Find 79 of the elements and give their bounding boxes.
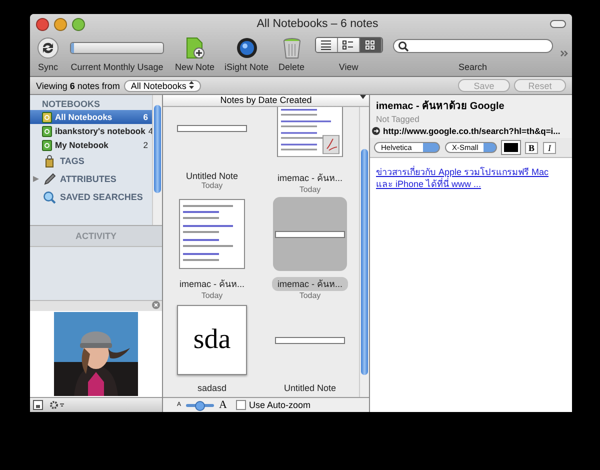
sidebar-section[interactable]: ATTRIBUTES [30,170,152,188]
scroll-bar[interactable] [152,95,162,225]
sidebar-section[interactable]: TAGS [30,152,152,170]
note-date: Today [201,181,223,190]
note-card[interactable]: sda sadasd [163,303,261,397]
auto-zoom-checkbox[interactable]: Use Auto-zoom [236,400,310,410]
note-title: sadasd [196,383,228,393]
panel-icon[interactable] [33,400,43,410]
detail-list-icon [342,40,354,50]
note-title: Untitled Note [184,171,240,181]
search-icon [398,40,409,52]
search-field[interactable] [392,39,553,53]
webpage-thumbnail [277,107,343,157]
sync-button[interactable]: Sync [34,37,62,72]
new-note-button[interactable]: New Note [172,37,218,72]
updown-arrows-icon [188,80,194,88]
note-title: Untitled Note [282,383,338,393]
sync-icon [37,37,59,59]
notebook-icon [42,126,52,136]
section-header: NOTEBOOKS [41,99,102,110]
search-label: Search [458,62,488,72]
notebook-dropdown[interactable]: All Notebooks [124,80,201,92]
note-title: imemac - ค้นห... [276,172,344,185]
note-date: Today [299,185,321,194]
window-title: All Notebooks – 6 notes [256,18,380,30]
notebook-item[interactable]: My Notebook 2 [30,138,152,152]
note-title-field[interactable]: imemac - ค้นหาด้วย Google [370,95,572,113]
dropdown-arrow-icon [360,95,366,99]
sort-dropdown[interactable]: Notes by Date Created [163,95,369,107]
grid-icon [364,40,376,50]
bold-button[interactable]: B [525,142,538,154]
tag-icon [43,154,56,168]
arrow-icon[interactable] [372,127,380,135]
overflow-chevron-icon[interactable] [560,50,568,56]
note-title: imemac - ค้นห... [272,277,348,291]
isight-note-button[interactable]: iSight Note [222,37,272,72]
scroll-bar[interactable] [359,107,369,397]
search-icon [43,190,56,204]
note-thumbnail [275,230,345,238]
delete-button[interactable]: Delete [276,37,308,72]
view-mode-button[interactable] [338,38,360,52]
note-link[interactable]: ข่าวสารเกี่ยวกับ Apple รวมโปรแกรมฟรี Mac และ iPhone ได้ที่นี่ www ... [376,166,566,190]
note-thumbnail [275,336,345,344]
view-segmented-control[interactable] [314,37,383,53]
sidebar-section[interactable]: SAVED SEARCHES [30,188,152,206]
note-thumbnail: sda [177,305,247,375]
note-card[interactable]: imemac - ค้นห... Today [261,107,359,197]
zoom-button[interactable] [72,18,85,30]
activity-header: ACTIVITY [75,231,116,241]
note-card[interactable]: Untitled Note Today [163,107,261,197]
notebook-icon [42,140,52,150]
note-card[interactable]: imemac - ค้นห... Today [163,197,261,303]
webpage-thumbnail [179,199,245,269]
note-thumbnail [177,124,247,132]
note-title: imemac - ค้นห... [178,278,246,291]
close-button[interactable] [36,18,49,30]
note-date: Today [201,291,223,300]
trash-icon [282,37,302,59]
italic-button[interactable]: I [543,142,556,154]
usage-label: Current Monthly Usage [70,62,164,72]
zoom-large-label: A [219,399,227,411]
minimize-button[interactable] [54,18,67,30]
camera-lens-icon [236,37,258,59]
gear-icon[interactable] [49,400,65,410]
close-icon[interactable] [152,301,160,309]
notebook-item[interactable]: All Notebooks 6 [30,110,152,124]
color-swatch[interactable] [502,141,520,154]
toolbar-toggle-button[interactable] [550,20,566,28]
disclosure-triangle-icon[interactable] [33,176,39,182]
new-note-icon [184,37,205,59]
pencil-icon [43,172,56,186]
note-date: Today [299,291,321,300]
viewing-count-text: Viewing 6 notes from [36,80,120,90]
view-mode-button[interactable] [360,38,382,52]
list-icon [320,40,332,50]
view-label: View [338,62,358,72]
note-card[interactable]: Untitled Note [261,303,359,397]
view-mode-button[interactable] [316,38,338,52]
notebook-icon [42,112,52,122]
